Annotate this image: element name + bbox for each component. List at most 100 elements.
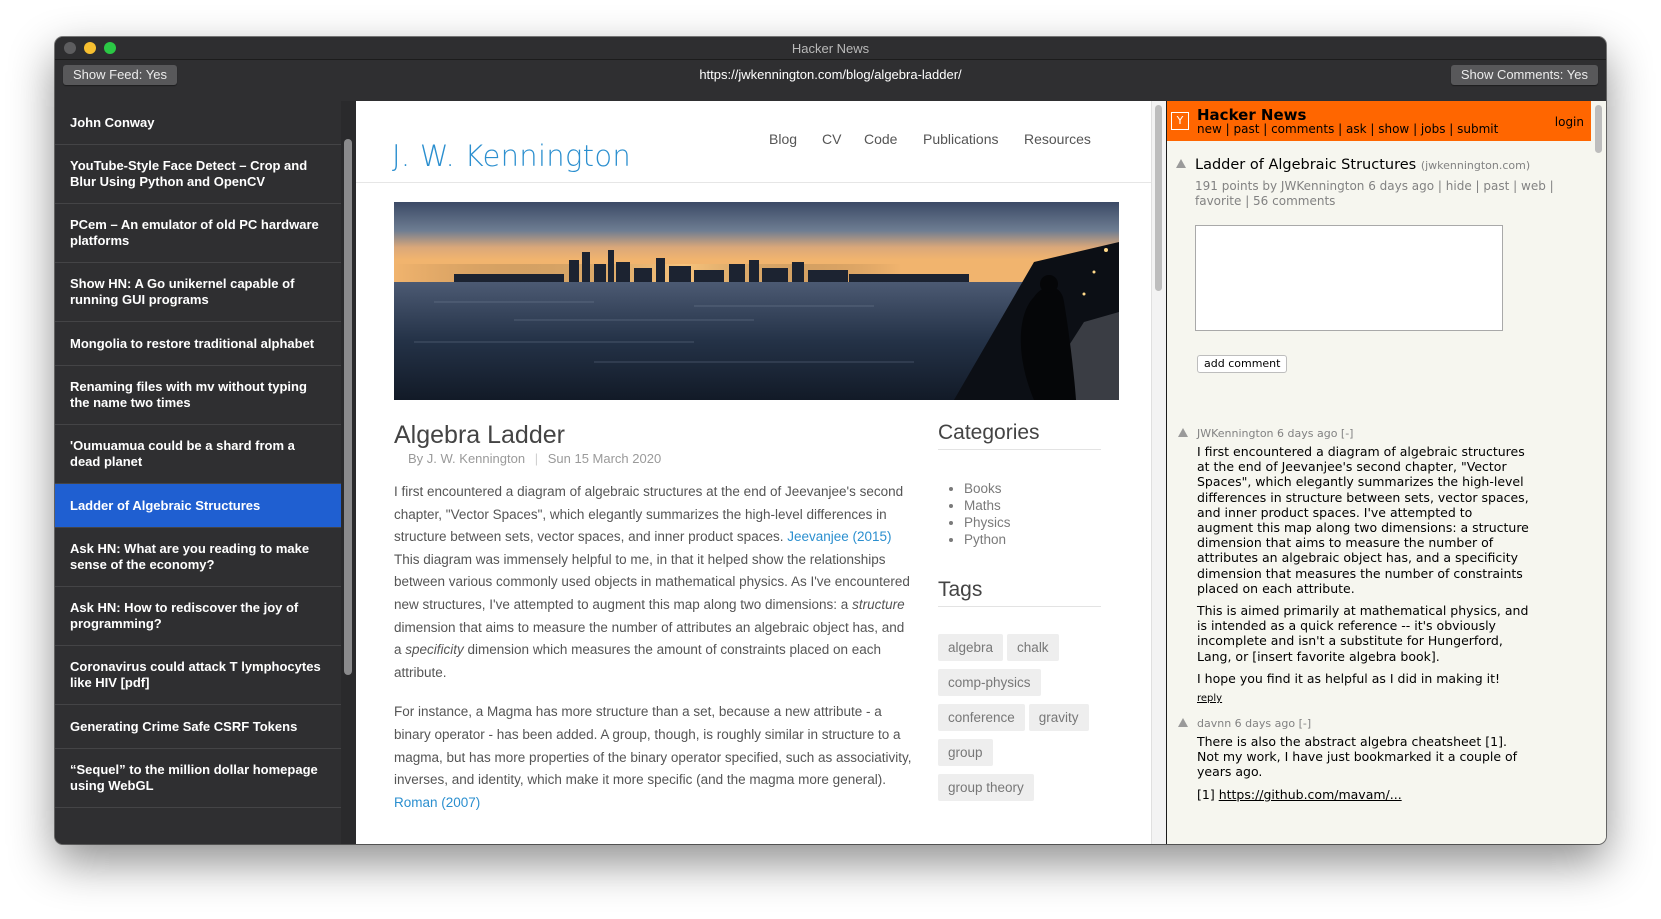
feed-item[interactable]: Mongolia to restore traditional alphabet [55, 322, 341, 366]
nav-publications[interactable]: Publications [923, 131, 999, 147]
tag-link[interactable]: chalk [1007, 634, 1059, 661]
feed-item-label: Renaming files with mv without typing th… [70, 379, 307, 410]
feed-item-label: “Sequel” to the million dollar homepage … [70, 762, 318, 793]
nav-code[interactable]: Code [864, 131, 897, 147]
feed-item[interactable]: Renaming files with mv without typing th… [55, 366, 341, 425]
feed-item-active[interactable]: Ladder of Algebraic Structures [55, 484, 341, 528]
jeevanjee-citation-link[interactable]: Jeevanjee (2015) [787, 529, 891, 544]
feed-item[interactable]: Ask HN: What are you reading to make sen… [55, 528, 341, 587]
feed-item[interactable]: PCem – An emulator of old PC hardware pl… [55, 204, 341, 263]
categories-heading: Categories [938, 421, 1101, 450]
feed-item[interactable]: Ask HN: How to rediscover the joy of pro… [55, 587, 341, 646]
web-page: J. W. Kennington Blog CV Code Publicatio… [356, 101, 1151, 844]
toolbar: Show Feed: Yes https://jwkennington.com/… [55, 60, 1606, 101]
tags-heading: Tags [938, 578, 1101, 607]
post-paragraph: For instance, a Magma has more structure… [394, 701, 914, 814]
post-author[interactable]: By J. W. Kennington [408, 451, 525, 466]
comment-paragraph: I hope you find it as helpful as I did i… [1197, 670, 1501, 686]
feed-sidebar: John Conway YouTube-Style Face Detect – … [55, 101, 341, 844]
feed-item-label: Ask HN: How to rediscover the joy of pro… [70, 600, 299, 631]
show-comments-button[interactable]: Show Comments: Yes [1450, 65, 1598, 85]
hn-comments-pane: Y Hacker News new | past | comments | as… [1166, 101, 1606, 844]
upvote-arrow-icon[interactable] [1176, 159, 1186, 168]
feed-item[interactable]: Coronavirus could attack T lymphocytes l… [55, 646, 341, 705]
hero-panorama-image [394, 202, 1119, 400]
feed-item[interactable]: 'Oumuamua could be a shard from a dead p… [55, 425, 341, 484]
roman-citation-link[interactable]: Roman (2007) [394, 795, 480, 810]
hn-nav-links[interactable]: new | past | comments | ask | show | job… [1197, 122, 1498, 136]
upvote-arrow-icon[interactable] [1178, 718, 1188, 727]
text-run: For instance, a Magma has more structure… [394, 704, 912, 788]
post-body: I first encountered a diagram of algebra… [394, 481, 914, 831]
tag-link[interactable]: gravity [1028, 704, 1089, 731]
nav-resources[interactable]: Resources [1024, 131, 1091, 147]
feed-item-label: Ladder of Algebraic Structures [70, 497, 261, 513]
tag-link[interactable]: comp-physics [938, 669, 1041, 696]
category-link[interactable]: Maths [964, 497, 1101, 514]
nav-blog[interactable]: Blog [769, 131, 797, 147]
feed-item-label: Generating Crime Safe CSRF Tokens [70, 718, 298, 734]
y-logo-icon[interactable]: Y [1171, 112, 1189, 130]
sidebar-widgets: Categories Books Maths Physics Python Ta… [938, 421, 1101, 809]
hn-scroll-thumb[interactable] [1595, 105, 1602, 153]
tag-link[interactable]: group [938, 739, 993, 766]
add-comment-button[interactable]: add comment [1197, 355, 1288, 373]
header-divider [356, 182, 1151, 183]
title-bar: Hacker News [55, 37, 1606, 60]
category-list: Books Maths Physics Python [938, 480, 1101, 548]
github-link[interactable]: https://github.com/mavam/... [1219, 787, 1402, 802]
sidebar-scroll-thumb[interactable] [344, 139, 352, 675]
feed-item[interactable]: Show HN: A Go unikernel capable of runni… [55, 263, 341, 322]
story-domain[interactable]: (jwkennington.com) [1421, 159, 1530, 172]
comment-paragraph: This is aimed primarily at mathematical … [1197, 603, 1529, 664]
nav-cv[interactable]: CV [822, 131, 841, 147]
emphasis: specificity [405, 642, 464, 658]
text-run: [1] [1197, 786, 1219, 802]
feed-item-label: Ask HN: What are you reading to make sen… [70, 541, 310, 572]
category-link[interactable]: Books [964, 480, 1101, 497]
feed-item-label: YouTube-Style Face Detect – Crop and Blu… [70, 158, 308, 189]
upvote-arrow-icon[interactable] [1178, 428, 1188, 437]
app-window: Hacker News Show Feed: Yes https://jwken… [55, 37, 1606, 844]
feed-item[interactable]: Generating Crime Safe CSRF Tokens [55, 705, 341, 749]
comment-paragraph: I first encountered a diagram of algebra… [1197, 444, 1529, 596]
story-title: Ladder of Algebraic Structures (jwkennin… [1195, 157, 1530, 173]
story-subtext: 191 points by JWKennington 6 days ago | … [1195, 179, 1554, 208]
tag-link[interactable]: conference [938, 704, 1025, 731]
hn-scrollbar[interactable] [1591, 101, 1606, 844]
comment-paragraph: [1] https://github.com/mavam/... [1197, 787, 1529, 802]
feed-item[interactable]: John Conway [55, 101, 341, 145]
hn-header: Y Hacker News new | past | comments | as… [1167, 101, 1592, 141]
post-meta: By J. W. Kennington | Sun 15 March 2020 [408, 451, 661, 466]
feed-item[interactable]: YouTube-Style Face Detect – Crop and Blu… [55, 145, 341, 204]
reply-link[interactable]: reply [1197, 693, 1222, 704]
comment-textarea[interactable] [1195, 225, 1503, 331]
feed-item-label: 'Oumuamua could be a shard from a dead p… [70, 438, 295, 469]
feed-item-label: Show HN: A Go unikernel capable of runni… [70, 276, 295, 307]
tag-link[interactable]: group theory [938, 774, 1034, 801]
emphasis: structure [852, 596, 905, 612]
window-title: Hacker News [791, 41, 870, 56]
category-link[interactable]: Physics [964, 514, 1101, 531]
comment-paragraph: There is also the abstract algebra cheat… [1197, 734, 1518, 780]
feed-item-label: John Conway [70, 114, 155, 130]
feed-item[interactable]: “Sequel” to the million dollar homepage … [55, 749, 341, 808]
text-run: This diagram was immensely helpful to me… [394, 551, 910, 612]
url-display: https://jwkennington.com/blog/algebra-la… [699, 67, 962, 82]
hn-login-link[interactable]: login [1555, 115, 1584, 129]
feed-item-label: Mongolia to restore traditional alphabet [70, 335, 315, 351]
comment-header: JWKennington 6 days ago [-] [1197, 427, 1354, 440]
category-link[interactable]: Python [964, 531, 1101, 548]
page-scroll-thumb[interactable] [1155, 105, 1162, 291]
tag-link[interactable]: algebra [938, 634, 1004, 661]
comment-body: There is also the abstract algebra cheat… [1197, 734, 1529, 809]
post-title: Algebra Ladder [394, 421, 565, 449]
post-date: Sun 15 March 2020 [547, 451, 662, 466]
tag-cloud: algebra chalk comp-physics conference grav… [938, 634, 1101, 809]
comment-header: davnn 6 days ago [-] [1197, 717, 1312, 730]
story-title-link[interactable]: Ladder of Algebraic Structures [1195, 157, 1416, 173]
comment-body: I first encountered a diagram of algebra… [1197, 444, 1529, 693]
site-brand[interactable]: J. W. Kennington [392, 139, 631, 173]
feed-item-label: Coronavirus could attack T lymphocytes l… [70, 659, 321, 690]
feed-item-label: PCem – An emulator of old PC hardware pl… [70, 217, 319, 248]
